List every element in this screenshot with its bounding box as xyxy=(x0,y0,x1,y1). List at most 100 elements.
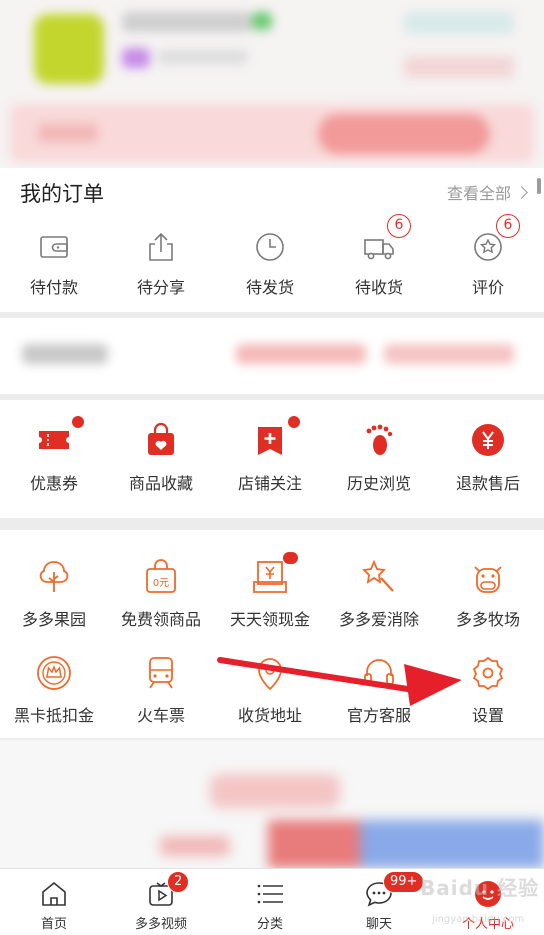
banner-element-blurred xyxy=(210,774,340,808)
my-orders-card: 我的订单 查看全部 待付款 待分享 待发货 6 待收货 6 评价 xyxy=(0,168,544,312)
baidu-watermark: Baidu 经验 xyxy=(420,876,540,900)
tab-label: 聊天 xyxy=(365,917,392,932)
tab-label: 多多视频 xyxy=(134,917,187,932)
service-label: 商品收藏 xyxy=(128,474,193,493)
favorites-entry[interactable]: 商品收藏 xyxy=(107,420,215,510)
user-badge-blurred xyxy=(122,48,150,68)
headset-icon xyxy=(364,659,394,685)
order-label: 待付款 xyxy=(29,278,78,297)
count-badge: 6 xyxy=(387,214,411,238)
membership-button-blurred[interactable] xyxy=(318,114,490,154)
tool-label: 天天领现金 xyxy=(229,610,310,629)
header-right-item-blurred[interactable] xyxy=(404,56,514,78)
home-icon xyxy=(42,881,66,906)
avatar[interactable] xyxy=(34,14,104,84)
tool-label: 多多爱消除 xyxy=(338,610,419,629)
tools-card: 多多果园 0元 免费领商品 天天领现金 多多爱消除 多多牧场 黑卡抵扣金 火车票… xyxy=(0,530,544,738)
order-pending-receipt[interactable]: 6 待收货 xyxy=(325,214,433,318)
baidu-watermark-url: jingyan.baidu.com xyxy=(432,914,525,925)
banner-element-blurred xyxy=(360,820,544,868)
train-tickets-entry[interactable]: 火车票 xyxy=(107,652,215,742)
clock-icon xyxy=(256,233,284,261)
refund-icon xyxy=(472,424,504,456)
tool-label: 收货地址 xyxy=(237,706,302,725)
promo-strip-blurred[interactable] xyxy=(0,318,544,394)
header-right-item-blurred[interactable] xyxy=(404,12,514,34)
location-icon xyxy=(258,658,282,691)
tools-row: 黑卡抵扣金 火车票 收货地址 官方客服 设置 xyxy=(0,652,544,742)
order-pending-share[interactable]: 待分享 xyxy=(107,228,215,318)
chevron-right-icon xyxy=(515,185,528,199)
service-label: 退款售后 xyxy=(455,474,520,493)
service-label: 历史浏览 xyxy=(346,474,411,493)
membership-text-blurred xyxy=(38,124,98,142)
service-label: 优惠券 xyxy=(29,474,78,493)
match-game-entry[interactable]: 多多爱消除 xyxy=(325,556,433,646)
crown-badge-icon xyxy=(37,656,71,690)
tool-label: 设置 xyxy=(471,706,504,725)
order-pending-payment[interactable]: 待付款 xyxy=(0,228,108,318)
user-tag-blurred xyxy=(252,12,272,30)
user-subtitle-blurred xyxy=(158,50,248,64)
tool-label: 黑卡抵扣金 xyxy=(13,706,94,725)
category-list-icon xyxy=(257,884,283,904)
order-label: 待发货 xyxy=(245,278,294,297)
browse-history-entry[interactable]: 历史浏览 xyxy=(325,420,433,510)
notification-badge: 2 xyxy=(167,871,190,893)
shipping-address-entry[interactable]: 收货地址 xyxy=(216,652,324,742)
count-badge: 6 xyxy=(496,214,520,238)
tool-label: 多多牧场 xyxy=(455,610,520,629)
coupons-entry[interactable]: 优惠券 xyxy=(0,416,108,510)
promo-text-blurred xyxy=(22,344,108,364)
tab-label: 首页 xyxy=(40,917,67,932)
daily-cash-entry[interactable]: 天天领现金 xyxy=(216,552,324,646)
order-review[interactable]: 6 评价 xyxy=(434,214,542,318)
black-card-entry[interactable]: 黑卡抵扣金 xyxy=(0,652,108,742)
coupon-icon xyxy=(39,431,69,449)
tool-label: 多多果园 xyxy=(21,610,86,629)
settings-entry[interactable]: 设置 xyxy=(434,652,542,742)
cash-icon xyxy=(253,561,287,593)
orchard-entry[interactable]: 多多果园 xyxy=(0,556,108,646)
tree-icon xyxy=(39,561,69,592)
tool-label: 官方客服 xyxy=(346,706,411,725)
store-follow-icon xyxy=(258,427,282,455)
banner-element-blurred xyxy=(160,836,230,856)
followed-stores-entry[interactable]: 店铺关注 xyxy=(216,416,324,510)
order-label: 待分享 xyxy=(136,278,185,297)
profile-header-blurred xyxy=(0,0,544,168)
notification-dot xyxy=(288,416,300,428)
train-icon xyxy=(149,657,173,689)
ranch-entry[interactable]: 多多牧场 xyxy=(434,556,542,646)
footprint-icon xyxy=(366,424,393,455)
bottom-banner-blurred[interactable] xyxy=(0,740,544,868)
order-pending-shipment[interactable]: 待发货 xyxy=(216,228,324,318)
star-wand-icon xyxy=(362,559,394,592)
customer-service-entry[interactable]: 官方客服 xyxy=(325,652,433,742)
notification-dot xyxy=(286,552,298,564)
view-all-label: 查看全部 xyxy=(446,184,511,203)
refund-aftersales-entry[interactable]: 退款售后 xyxy=(434,420,542,510)
promo-item-blurred xyxy=(236,344,366,364)
free-goods-icon: 0元 xyxy=(146,559,176,593)
free-goods-entry[interactable]: 0元 免费领商品 xyxy=(107,552,295,646)
view-all-orders-link[interactable]: 查看全部 xyxy=(446,180,528,204)
order-label: 待收货 xyxy=(354,278,403,297)
orders-title: 我的订单 xyxy=(20,182,104,206)
svg-text:0元: 0元 xyxy=(153,578,169,589)
tab-category[interactable]: 分类 xyxy=(216,869,324,935)
tab-chat[interactable]: 99+ 聊天 xyxy=(325,869,433,935)
order-label: 评价 xyxy=(471,278,504,297)
order-status-row: 待付款 待分享 待发货 6 待收货 6 评价 xyxy=(0,214,544,318)
cow-icon xyxy=(474,566,502,593)
wallet-icon xyxy=(40,236,68,258)
tab-home[interactable]: 首页 xyxy=(0,869,108,935)
scrollbar[interactable] xyxy=(537,178,541,194)
favorite-bag-icon xyxy=(148,422,174,455)
service-label: 店铺关注 xyxy=(237,474,302,493)
tab-video[interactable]: 2 多多视频 xyxy=(107,869,215,935)
promo-item-blurred xyxy=(384,344,514,364)
tab-label: 分类 xyxy=(256,917,283,932)
username-blurred xyxy=(122,12,252,32)
profile-page: 我的订单 查看全部 待付款 待分享 待发货 6 待收货 6 评价 优惠券 商品收… xyxy=(0,0,544,935)
